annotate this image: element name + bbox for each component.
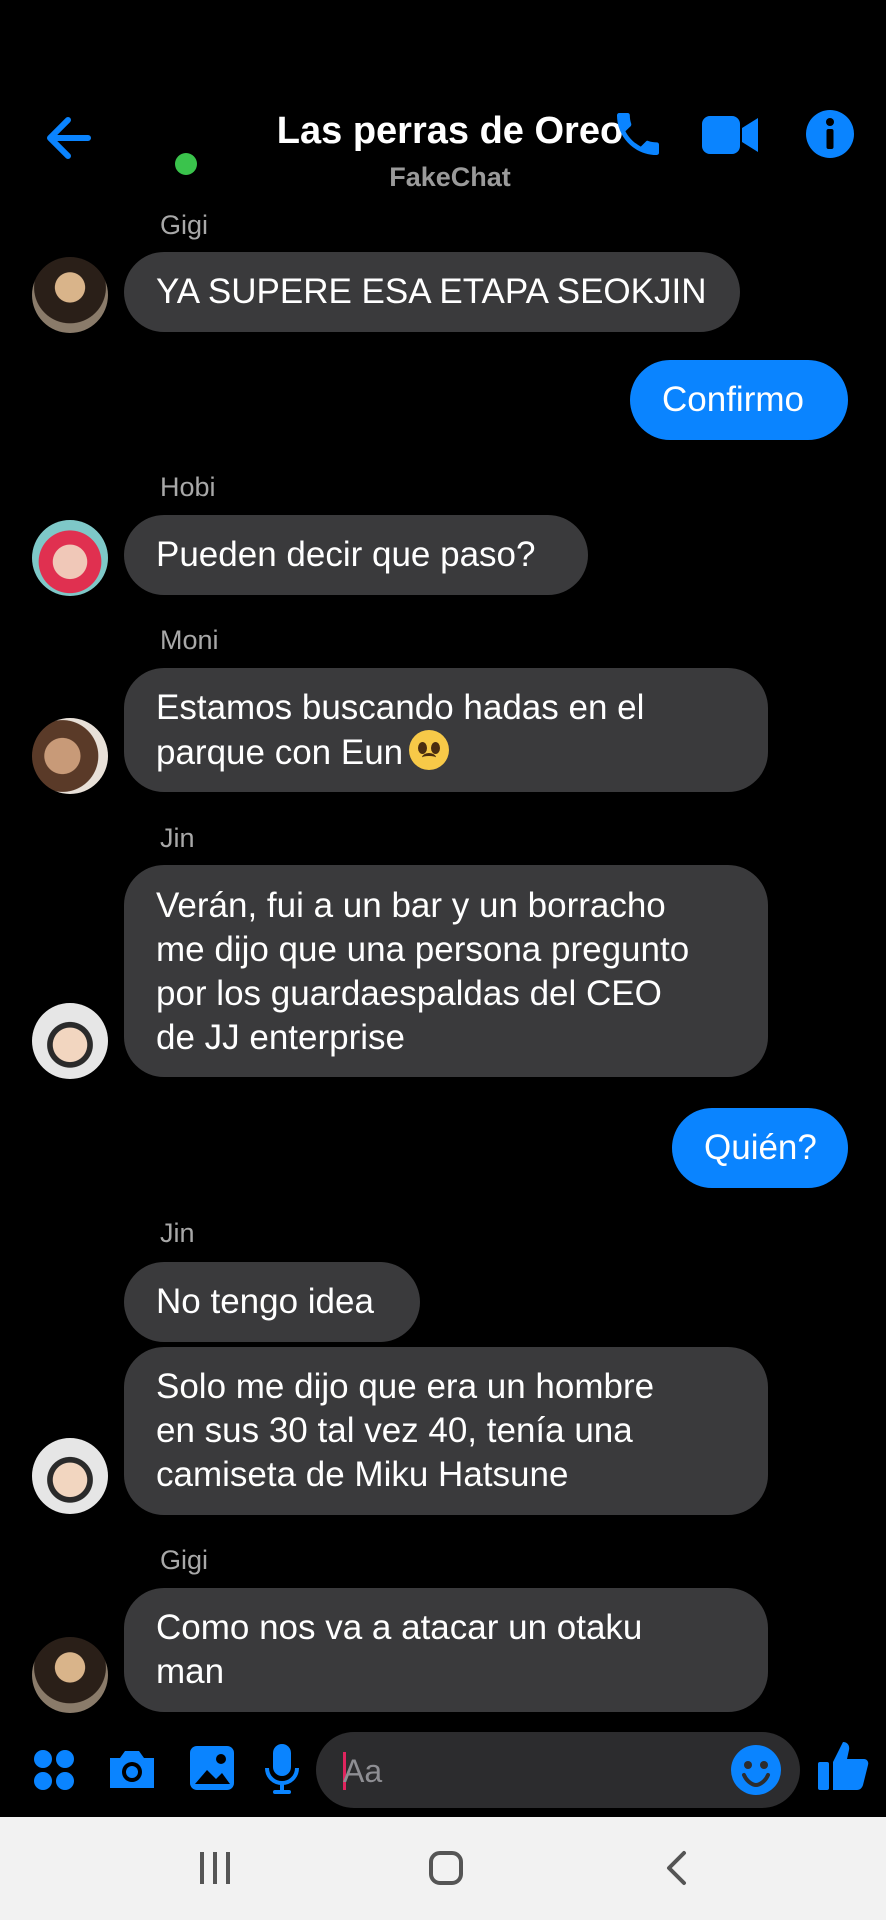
pleading-face-emoji-icon: [409, 730, 450, 770]
message-bubble[interactable]: No tengo idea: [124, 1262, 420, 1342]
message-text: Quién?: [704, 1128, 817, 1167]
message-bubble[interactable]: Pueden decir que paso?: [124, 515, 588, 595]
chat-subtitle: FakeChat: [389, 162, 511, 192]
message-input-placeholder: Aa: [343, 1753, 383, 1789]
home-icon[interactable]: [428, 1850, 464, 1886]
back-nav-icon[interactable]: [664, 1850, 688, 1886]
message-bubble[interactable]: Verán, fui a un bar y un borracho me dij…: [124, 865, 768, 1077]
avatar[interactable]: [32, 1003, 108, 1079]
sender-name: Jin: [160, 1218, 195, 1248]
message-text: YA SUPERE ESA ETAPA SEOKJIN: [156, 272, 707, 311]
my-message-bubble[interactable]: Quién?: [672, 1108, 848, 1188]
message-bubble[interactable]: Como nos va a atacar un otaku man: [124, 1588, 768, 1712]
message-text: Pueden decir que paso?: [156, 535, 536, 574]
message-text: Solo me dijo que era un hombre: [156, 1367, 655, 1406]
message-text: man: [156, 1652, 225, 1691]
avatar[interactable]: [32, 718, 108, 794]
video-camera-icon[interactable]: [700, 112, 760, 158]
sender-name: Moni: [160, 625, 219, 655]
message-text-line: parque con Eun: [156, 730, 736, 775]
sender-name: Gigi: [160, 210, 209, 240]
sender-name: Jin: [160, 823, 195, 853]
microphone-icon[interactable]: [264, 1742, 300, 1796]
message-text: Confirmo: [662, 380, 804, 419]
avatar[interactable]: [32, 1438, 108, 1514]
phone-icon[interactable]: [610, 106, 666, 162]
my-message-bubble[interactable]: Confirmo: [630, 360, 848, 440]
recent-apps-icon[interactable]: [198, 1850, 232, 1886]
emoji-icon[interactable]: [730, 1744, 782, 1796]
sender-name: Hobi: [160, 472, 216, 502]
message-text: en sus 30 tal vez 40, tenía una: [156, 1411, 633, 1450]
apps-icon[interactable]: [32, 1748, 76, 1792]
message-text: parque con Eun: [156, 733, 404, 772]
info-icon[interactable]: [802, 106, 858, 162]
avatar[interactable]: [32, 257, 108, 333]
message-text: camiseta de Miku Hatsune: [156, 1455, 569, 1494]
image-icon[interactable]: [188, 1744, 236, 1792]
message-bubble[interactable]: YA SUPERE ESA ETAPA SEOKJIN: [124, 252, 740, 332]
message-text: me dijo que una persona pregunto: [156, 930, 690, 969]
message-input[interactable]: [316, 1732, 800, 1808]
sender-name: Gigi: [160, 1545, 209, 1575]
message-text: de JJ enterprise: [156, 1018, 406, 1057]
thumbs-up-icon[interactable]: [816, 1738, 872, 1794]
message-bubble[interactable]: Estamos buscando hadas en el parque con …: [124, 668, 768, 792]
avatar[interactable]: [32, 1637, 108, 1713]
message-text: Estamos buscando hadas en el: [156, 688, 645, 727]
avatar[interactable]: [32, 520, 108, 596]
message-text: No tengo idea: [156, 1282, 374, 1321]
message-text: por los guardaespaldas del CEO: [156, 974, 662, 1013]
message-text: Como nos va a atacar un otaku: [156, 1608, 643, 1647]
message-bubble[interactable]: Solo me dijo que era un hombre en sus 30…: [124, 1347, 768, 1515]
back-arrow-icon[interactable]: [40, 110, 96, 166]
message-text: Verán, fui a un bar y un borracho: [156, 886, 666, 925]
camera-icon[interactable]: [106, 1744, 158, 1792]
